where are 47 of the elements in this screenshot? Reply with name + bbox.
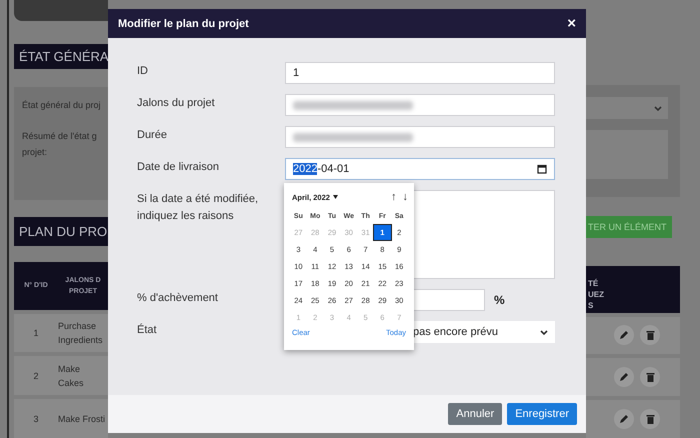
table-cell-text: 1 [32, 328, 40, 338]
table-cell-text: Make Frosti [58, 412, 106, 426]
previous-month-button[interactable]: ↑ [391, 191, 396, 203]
table-cell-text: 2 [32, 370, 40, 381]
table-cell-text: Make Cakes [58, 362, 85, 390]
select-field[interactable] [586, 97, 668, 120]
calendar-icon [537, 164, 547, 174]
field-label: Durée [137, 128, 168, 143]
chevron-icon [654, 104, 662, 112]
input-field[interactable]: 1 [285, 62, 555, 84]
edit-button[interactable] [614, 409, 634, 430]
input-field[interactable] [285, 126, 555, 148]
edit-button[interactable] [614, 367, 634, 388]
field-label: ID [137, 64, 149, 79]
input-field[interactable] [285, 94, 555, 116]
next-month-button[interactable]: ↓ [402, 191, 408, 203]
field-label: État général du proj [22, 98, 102, 112]
field-label: Résumé de l'état g projet: [22, 130, 98, 159]
pencil-icon [619, 330, 629, 340]
dialog-title: Modifier le plan du projet [118, 18, 249, 30]
cancel-button[interactable]: Annuler [448, 403, 502, 425]
delete-button[interactable] [640, 409, 660, 430]
pencil-icon [619, 414, 629, 424]
date-field[interactable]: 2022-04-01 [285, 158, 555, 180]
caret-icon [332, 195, 338, 199]
trash-icon [646, 414, 654, 424]
trash-icon [646, 372, 654, 382]
field-label: Si la date a été modifiée, indiquez les raisons [137, 192, 260, 224]
pencil-icon [619, 372, 629, 382]
field-label: Date de livraison [137, 160, 220, 175]
close-button[interactable]: × [567, 18, 576, 30]
date-value: 2022-04-01 [293, 163, 350, 175]
unit-label: % [494, 292, 505, 309]
table-cell-text: 3 [32, 414, 40, 424]
section-title: PLAN DU PRO [14, 217, 108, 246]
trash-icon [646, 330, 654, 340]
field-label: Jalons du projet [137, 96, 216, 111]
table-cell-text: Purchase Ingredients [58, 320, 104, 348]
field-label: % d'achèvement [137, 291, 219, 306]
field-label: État [137, 322, 158, 338]
column-header: TÉ UEZ S [588, 278, 605, 311]
save-button[interactable]: Enregistrer [507, 403, 577, 425]
delete-button[interactable] [640, 367, 660, 388]
delete-button[interactable] [640, 325, 660, 346]
section-title: ÉTAT GÉNÉRA [14, 44, 108, 69]
edit-button[interactable] [614, 325, 634, 346]
chevron-icon [540, 328, 548, 336]
